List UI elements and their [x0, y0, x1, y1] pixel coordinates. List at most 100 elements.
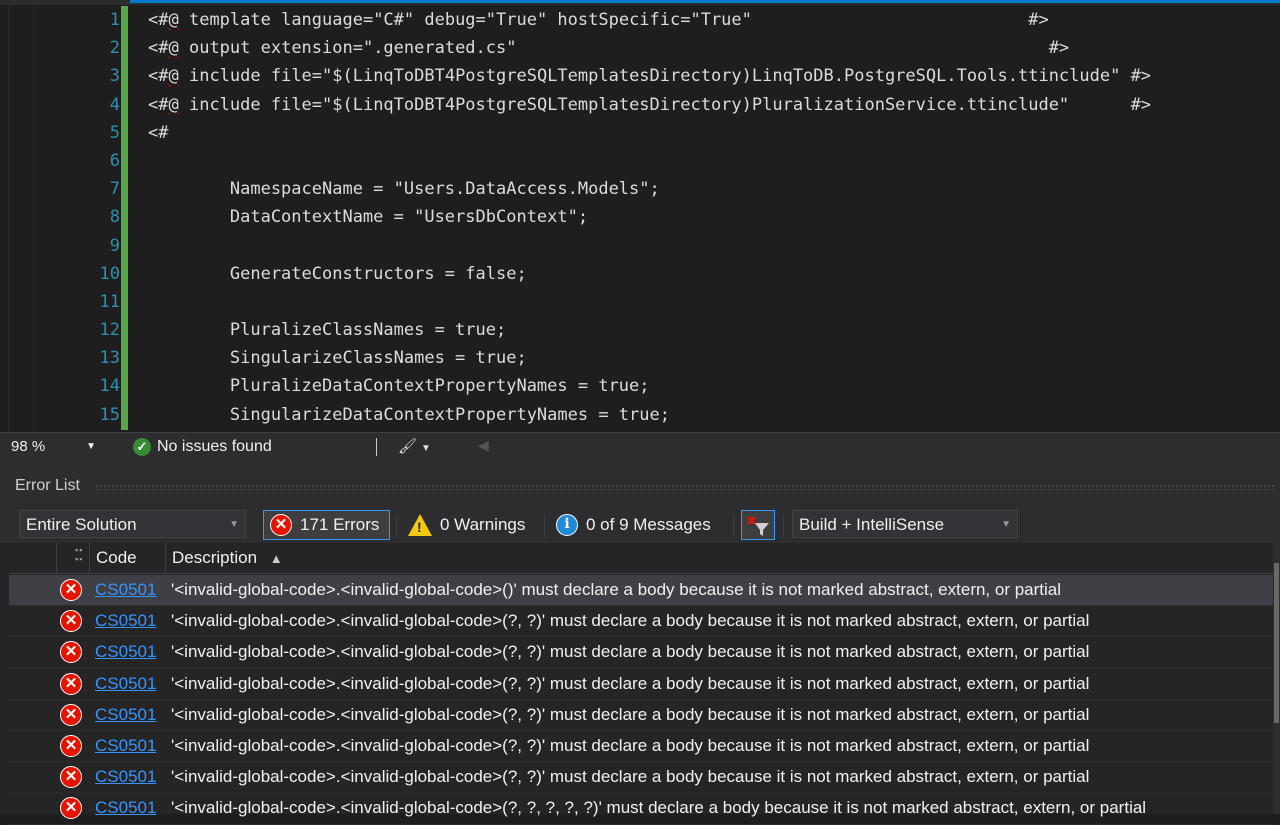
- error-list-toolbar: Entire Solution ▼ ✕ 171 Errors ! 0 Warni…: [0, 507, 1280, 543]
- code-line[interactable]: GenerateConstructors = false;: [148, 260, 1280, 288]
- margin-line: [8, 5, 9, 432]
- scroll-left-icon[interactable]: ◀: [478, 437, 489, 454]
- code-line[interactable]: <#@ output extension=".generated.cs" #>: [148, 34, 1280, 62]
- error-description: '<invalid-global-code>.<invalid-global-c…: [171, 798, 1147, 818]
- code-text: output extension=".generated.cs" #>: [178, 38, 1070, 59]
- code-line[interactable]: SingularizeClassNames = true;: [148, 344, 1280, 372]
- code-line[interactable]: DataContextName = "UsersDbContext";: [148, 203, 1280, 231]
- column-header-code-label: Code: [96, 548, 137, 567]
- code-line[interactable]: <#@ template language="C#" debug="True" …: [148, 6, 1280, 34]
- source-dropdown[interactable]: Build + IntelliSense ▼: [792, 510, 1018, 538]
- line-number: 5: [109, 122, 120, 143]
- code-text: include file="$(LinqToDBT4PostgreSQLTemp…: [178, 94, 1152, 115]
- error-description: '<invalid-global-code>.<invalid-global-c…: [171, 642, 1090, 662]
- code-line[interactable]: <#@ include file="$(LinqToDBT4PostgreSQL…: [148, 91, 1280, 119]
- code-line[interactable]: PluralizeClassNames = true;: [148, 316, 1280, 344]
- error-code-link[interactable]: CS0501: [95, 762, 156, 792]
- error-code-link[interactable]: CS0501: [95, 793, 156, 823]
- column-header-code[interactable]: Code: [89, 543, 171, 573]
- editor-status-bar: 98 % ▼ ✓ No issues found 🖌 ▼ ◀: [0, 432, 1280, 461]
- table-row[interactable]: ✕ CS0501 '<invalid-global-code>.<invalid-g…: [9, 575, 1273, 607]
- messages-count-label: 0 of 9 Messages: [586, 515, 711, 534]
- code-text: NamespaceName = "Users.DataAccess.Models…: [148, 179, 660, 200]
- error-code-link[interactable]: CS0501: [95, 606, 156, 636]
- horizontal-scrollbar[interactable]: [494, 443, 1274, 451]
- column-header-description[interactable]: Description ▲: [165, 543, 1265, 573]
- error-list-title-bar[interactable]: Error List: [0, 461, 1280, 507]
- code-editor[interactable]: 1 2 3 4 5 6 7 8 9 10 11 12 13 14 15 <#@ template langu…: [0, 0, 1280, 432]
- error-circle-icon: ✕: [270, 514, 292, 536]
- info-circle-icon: i: [556, 514, 578, 536]
- editor-left-margin: [0, 5, 35, 432]
- error-description: '<invalid-global-code>.<invalid-global-c…: [171, 611, 1090, 631]
- table-row[interactable]: ✕ CS0501 '<invalid-global-code>.<invalid-g…: [9, 700, 1273, 731]
- code-line[interactable]: NamespaceName = "Users.DataAccess.Models…: [148, 175, 1280, 203]
- code-line[interactable]: [148, 232, 1280, 260]
- panel-drag-grip[interactable]: [95, 484, 1275, 490]
- chevron-down-icon: ▼: [86, 441, 96, 452]
- warnings-filter-button[interactable]: ! 0 Warnings: [402, 510, 536, 540]
- warning-triangle-icon: !: [408, 514, 432, 536]
- code-line[interactable]: <#: [148, 119, 1280, 147]
- error-code-link[interactable]: CS0501: [95, 637, 156, 667]
- line-number: 15: [99, 404, 120, 425]
- code-text: template language="C#" debug="True" host…: [178, 10, 1049, 30]
- clear-filter-icon: [747, 516, 769, 536]
- line-number: 10: [99, 263, 120, 284]
- line-number: 4: [109, 94, 120, 115]
- error-circle-icon: ✕: [60, 797, 82, 820]
- source-value: Build + IntelliSense: [799, 515, 945, 534]
- brush-icon: 🖌: [398, 438, 418, 455]
- scope-dropdown[interactable]: Entire Solution ▼: [19, 510, 246, 538]
- error-circle-icon: ✕: [60, 672, 82, 695]
- code-line[interactable]: [148, 147, 1280, 175]
- panel-title: Error List: [15, 477, 80, 494]
- line-number: 1: [109, 10, 120, 30]
- error-code-link[interactable]: CS0501: [95, 669, 156, 699]
- code-text: SingularizeDataContextPropertyNames = tr…: [148, 404, 670, 425]
- table-row[interactable]: ✕ CS0501 '<invalid-global-code>.<invalid-g…: [9, 731, 1273, 763]
- table-row[interactable]: ✕ CS0501 '<invalid-global-code>.<invalid-g…: [9, 637, 1273, 669]
- chevron-down-icon: ▼: [1001, 519, 1011, 530]
- line-number-gutter: 1 2 3 4 5 6 7 8 9 10 11 12 13 14 15: [40, 6, 120, 429]
- code-line[interactable]: <#@ include file="$(LinqToDBT4PostgreSQL…: [148, 62, 1280, 90]
- table-row[interactable]: ✕ CS0501 '<invalid-global-code>.<invalid-g…: [9, 762, 1273, 794]
- change-tracking-bar: [121, 6, 128, 430]
- table-row[interactable]: ✕ CS0501 '<invalid-global-code>.<invalid-g…: [9, 606, 1273, 638]
- error-circle-icon: ✕: [60, 579, 82, 601]
- toolbar-separator: [783, 515, 784, 537]
- code-line[interactable]: PluralizeDataContextPropertyNames = true…: [148, 372, 1280, 400]
- line-number: 3: [109, 66, 120, 87]
- messages-filter-button[interactable]: i 0 of 9 Messages: [550, 510, 725, 540]
- sort-ascending-icon: ▲: [269, 551, 283, 566]
- vertical-scrollbar[interactable]: [1273, 543, 1280, 814]
- column-chooser-icon[interactable]: ▪▪ ▪▪: [75, 546, 83, 564]
- line-number: 13: [99, 348, 120, 369]
- error-description: '<invalid-global-code>.<invalid-global-c…: [171, 704, 1090, 724]
- line-number: 12: [99, 320, 120, 341]
- scrollbar-thumb[interactable]: [1274, 563, 1279, 723]
- error-code-link[interactable]: CS0501: [95, 575, 156, 605]
- code-cleanup-button[interactable]: 🖌 ▼: [398, 436, 431, 458]
- line-number: 14: [99, 376, 120, 397]
- zoom-level-combo[interactable]: 98 % ▼: [8, 436, 96, 458]
- code-line[interactable]: SingularizeDataContextPropertyNames = tr…: [148, 401, 1280, 429]
- code-line[interactable]: [148, 288, 1280, 316]
- line-number: 7: [109, 179, 120, 200]
- code-lines[interactable]: <# @ template language="C#" debug="True" …: [148, 6, 1280, 429]
- table-row[interactable]: ✕ CS0501 '<invalid-global-code>.<invalid-g…: [9, 793, 1273, 825]
- error-rows: ✕ CS0501 '<invalid-global-code>.<invalid-g…: [9, 575, 1273, 825]
- clear-filter-button[interactable]: [741, 510, 775, 540]
- line-number: 2: [109, 38, 120, 59]
- directive-at-squiggle: @: [168, 94, 179, 115]
- issues-indicator[interactable]: ✓ No issues found: [133, 436, 272, 458]
- directive-at-squiggle: @: [168, 10, 179, 30]
- error-list-panel: Error List Entire Solution ▼ ✕ 171 Error…: [0, 461, 1280, 825]
- table-row[interactable]: ✕ CS0501 '<invalid-global-code>.<invalid-g…: [9, 669, 1273, 700]
- error-description: '<invalid-global-code>.<invalid-global-c…: [171, 735, 1090, 755]
- line-number: 8: [109, 207, 120, 228]
- error-code-link[interactable]: CS0501: [95, 731, 156, 761]
- error-code-link[interactable]: CS0501: [95, 700, 156, 730]
- errors-filter-button[interactable]: ✕ 171 Errors: [263, 510, 390, 540]
- line-number: 9: [109, 235, 120, 256]
